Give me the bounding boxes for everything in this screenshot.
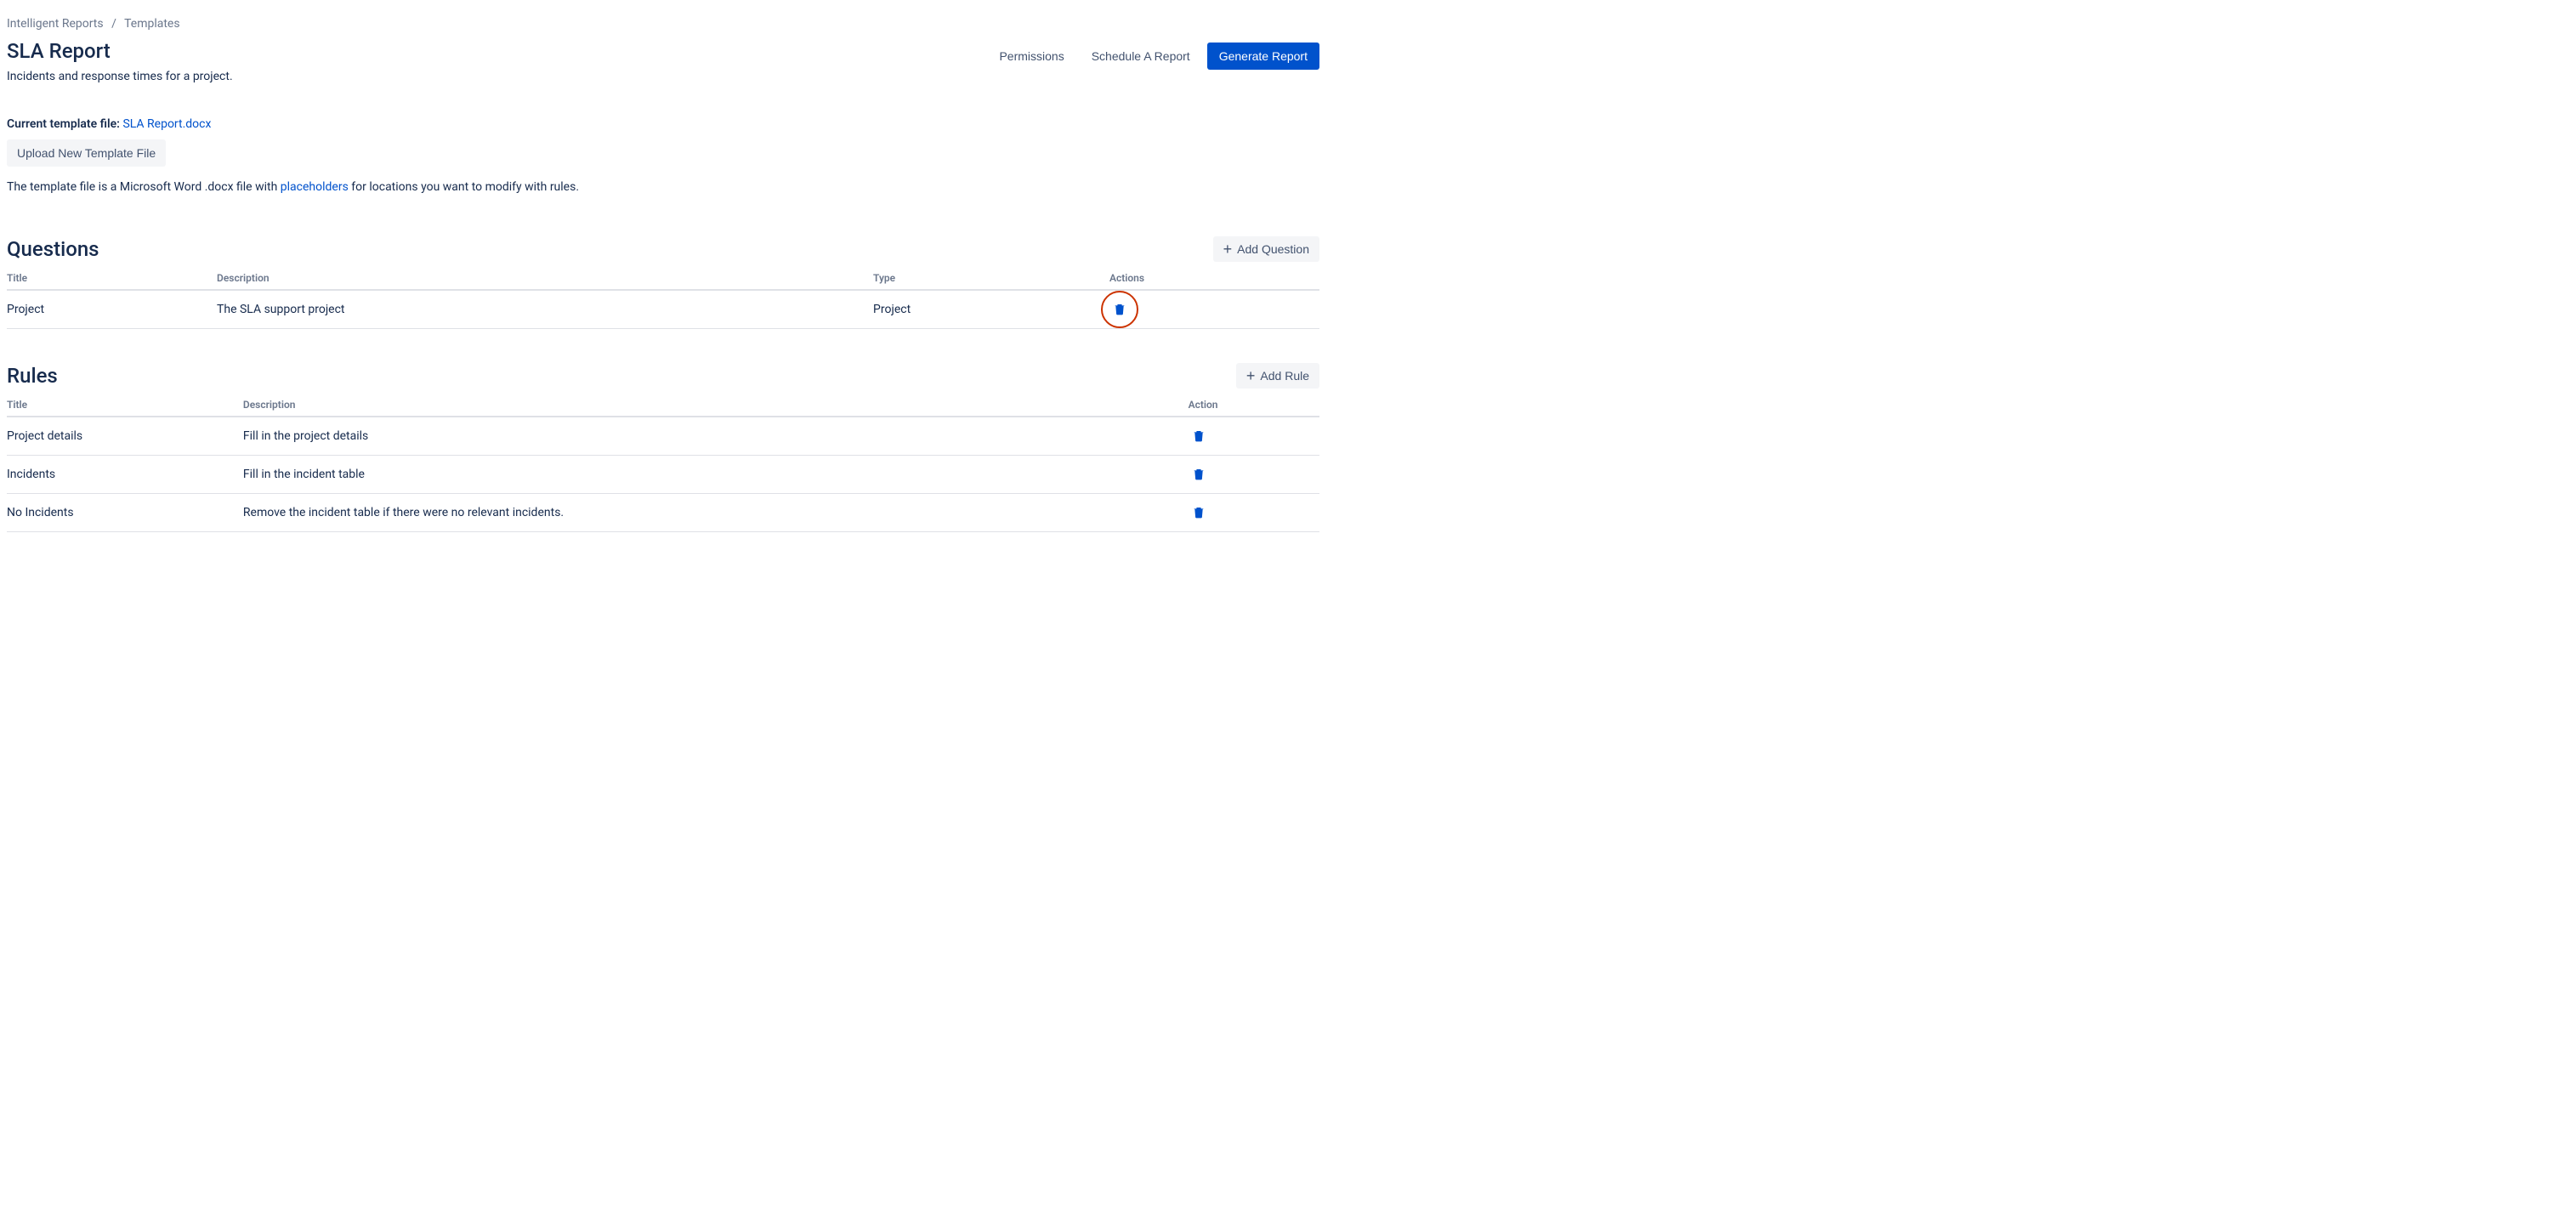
template-hint: The template file is a Microsoft Word .d… xyxy=(7,180,1319,194)
rule-description-cell: Fill in the project details xyxy=(243,417,1189,456)
questions-col-type: Type xyxy=(873,267,1109,290)
rules-col-description: Description xyxy=(243,394,1189,417)
add-rule-button[interactable]: + Add Rule xyxy=(1236,363,1319,389)
rule-title-cell: Project details xyxy=(7,417,243,456)
add-question-button[interactable]: + Add Question xyxy=(1213,236,1319,262)
generate-report-button[interactable]: Generate Report xyxy=(1207,43,1319,70)
placeholders-link[interactable]: placeholders xyxy=(281,180,349,194)
add-rule-label: Add Rule xyxy=(1260,369,1309,383)
highlight-circle xyxy=(1109,299,1130,320)
template-hint-pretext: The template file is a Microsoft Word .d… xyxy=(7,180,281,194)
rule-description-cell: Remove the incident table if there were … xyxy=(243,494,1189,532)
plus-icon: + xyxy=(1246,370,1256,382)
template-file-link[interactable]: SLA Report.docx xyxy=(122,117,211,131)
delete-question-button[interactable] xyxy=(1109,299,1130,320)
trash-icon xyxy=(1113,303,1126,316)
rules-title: Rules xyxy=(7,364,58,388)
questions-col-title: Title xyxy=(7,267,217,290)
trash-icon xyxy=(1192,468,1206,481)
rule-action-cell xyxy=(1189,456,1319,494)
rule-action-cell xyxy=(1189,417,1319,456)
page-header: SLA Report Permissions Schedule A Report… xyxy=(7,39,1319,70)
rules-col-action: Action xyxy=(1189,394,1319,417)
rule-action-cell xyxy=(1189,494,1319,532)
upload-template-button[interactable]: Upload New Template File xyxy=(7,139,166,167)
delete-rule-button[interactable] xyxy=(1189,426,1209,446)
delete-rule-button[interactable] xyxy=(1189,502,1209,523)
rules-col-title: Title xyxy=(7,394,243,417)
rules-table: Title Description Action Project details… xyxy=(7,394,1319,532)
rule-title-cell: Incidents xyxy=(7,456,243,494)
breadcrumb-intelligent-reports[interactable]: Intelligent Reports xyxy=(7,17,104,31)
rule-title-cell: No Incidents xyxy=(7,494,243,532)
page-description: Incidents and response times for a proje… xyxy=(7,70,1319,83)
table-row: Project The SLA support project Project xyxy=(7,290,1319,329)
question-type-cell: Project xyxy=(873,290,1109,329)
add-question-label: Add Question xyxy=(1237,242,1309,256)
breadcrumb: Intelligent Reports / Templates xyxy=(7,17,1319,31)
questions-title: Questions xyxy=(7,237,99,261)
table-row: Incidents Fill in the incident table xyxy=(7,456,1319,494)
questions-col-description: Description xyxy=(217,267,873,290)
schedule-report-button[interactable]: Schedule A Report xyxy=(1081,43,1200,70)
breadcrumb-templates[interactable]: Templates xyxy=(124,17,180,31)
question-actions-cell xyxy=(1109,290,1319,329)
current-template-file-label: Current template file: xyxy=(7,117,120,131)
table-row: Project details Fill in the project deta… xyxy=(7,417,1319,456)
current-template-file-row: Current template file: SLA Report.docx xyxy=(7,117,1319,131)
table-row: No Incidents Remove the incident table i… xyxy=(7,494,1319,532)
template-hint-posttext: for locations you want to modify with ru… xyxy=(349,180,579,194)
page-title: SLA Report xyxy=(7,39,111,63)
trash-icon xyxy=(1192,506,1206,519)
rules-header: Rules + Add Rule xyxy=(7,363,1319,389)
questions-col-actions: Actions xyxy=(1109,267,1319,290)
questions-table: Title Description Type Actions Project T… xyxy=(7,267,1319,329)
rule-description-cell: Fill in the incident table xyxy=(243,456,1189,494)
plus-icon: + xyxy=(1223,243,1233,255)
question-title-cell: Project xyxy=(7,290,217,329)
header-actions: Permissions Schedule A Report Generate R… xyxy=(989,43,1319,70)
question-description-cell: The SLA support project xyxy=(217,290,873,329)
questions-header: Questions + Add Question xyxy=(7,236,1319,262)
breadcrumb-separator: / xyxy=(111,17,116,31)
trash-icon xyxy=(1192,429,1206,443)
delete-rule-button[interactable] xyxy=(1189,464,1209,485)
permissions-button[interactable]: Permissions xyxy=(989,43,1074,70)
